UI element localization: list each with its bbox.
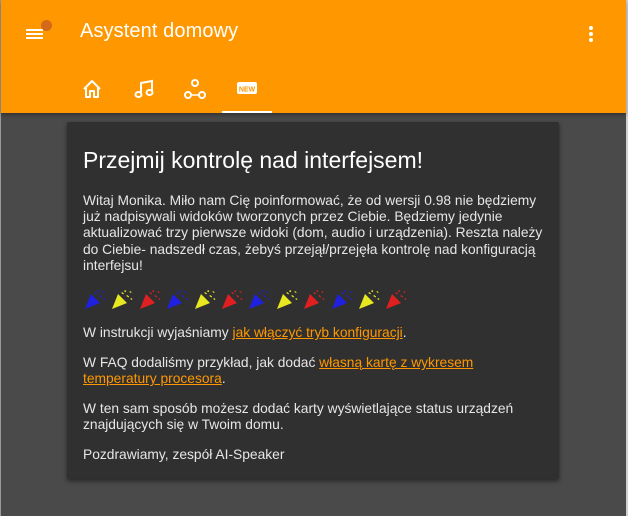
menu-button[interactable]: [23, 20, 52, 48]
more-vertical-icon: [589, 26, 593, 42]
party-popper-icon: [85, 290, 106, 309]
tab-new[interactable]: NEW: [222, 66, 272, 113]
new-badge-icon: NEW: [237, 82, 257, 94]
signature-text: Pozdrawiamy, zespół AI-Speaker: [83, 447, 285, 462]
overflow-menu-button[interactable]: [581, 22, 601, 46]
config-mode-link[interactable]: jak włączyć tryb konfiguracji: [233, 325, 403, 340]
party-popper-icon: [167, 290, 188, 309]
active-tab-indicator: [222, 111, 272, 113]
party-popper-icon: [222, 290, 243, 309]
app-title: Asystent domowy: [80, 20, 239, 42]
announcement-card: Przejmij kontrolę nad interfejsem! Witaj…: [67, 122, 559, 479]
party-popper-icon: [304, 290, 325, 309]
party-popper-icon: [359, 290, 380, 309]
hub-icon: [184, 79, 206, 99]
tab-home[interactable]: [67, 66, 117, 113]
confetti-row: [83, 288, 423, 310]
view-tabs: NEW: [1, 66, 626, 113]
party-popper-icon: [331, 290, 353, 309]
intro-text: Witaj Monika. Miło nam Cię poinformować,…: [83, 193, 543, 273]
party-popper-icon: [276, 290, 298, 309]
app-toolbar: Asystent domowy NEW: [1, 0, 626, 113]
music-note-icon: [134, 79, 154, 98]
faq-suffix: .: [221, 371, 226, 387]
instructions-text: W instrukcji wyjaśniamy jak włączyć tryb…: [83, 325, 548, 341]
faq-prefix: W FAQ dodaliśmy przykład, jak dodać: [83, 355, 320, 370]
svg-text:NEW: NEW: [239, 86, 256, 93]
status-text: W ten sam sposób możesz dodać karty wyśw…: [83, 401, 514, 433]
party-popper-icon: [112, 290, 133, 309]
card-title: Przejmij kontrolę nad interfejsem!: [83, 147, 424, 173]
home-icon: [83, 80, 101, 98]
instructions-prefix: W instrukcji wyjaśniamy: [83, 325, 233, 340]
party-popper-icon: [194, 290, 216, 309]
party-popper-icon: [386, 290, 407, 309]
tab-devices[interactable]: [170, 66, 220, 113]
instructions-suffix: .: [402, 325, 407, 340]
party-popper-icon: [139, 290, 161, 309]
faq-text: W FAQ dodaliśmy przykład, jak dodać włas…: [83, 355, 548, 387]
tab-music[interactable]: [119, 66, 169, 113]
notification-dot: [41, 20, 52, 31]
party-popper-icon: [249, 290, 270, 309]
